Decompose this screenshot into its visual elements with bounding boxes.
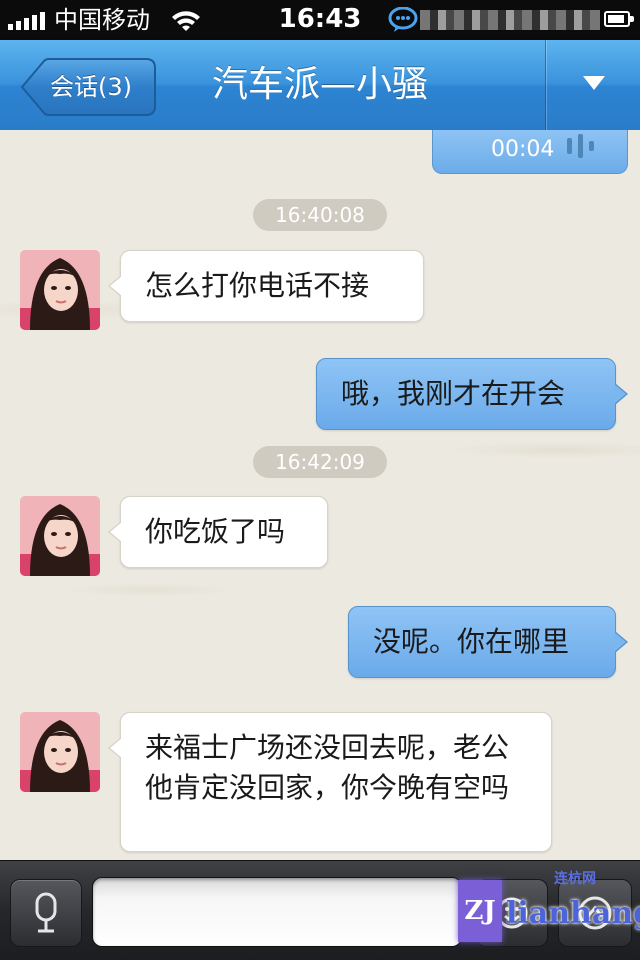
voice-wave-icon xyxy=(567,134,594,158)
message-text: 你吃饭了吗 xyxy=(145,515,286,548)
input-bar xyxy=(0,860,640,960)
microphone-icon xyxy=(35,892,57,933)
emoji-button[interactable] xyxy=(476,879,548,947)
timestamp: 16:42:09 xyxy=(0,446,640,478)
avatar[interactable] xyxy=(20,496,100,576)
chat-bubble-icon xyxy=(388,7,418,32)
timestamp: 16:40:08 xyxy=(0,199,640,231)
message-input[interactable] xyxy=(92,877,462,947)
avatar-image xyxy=(20,250,100,330)
message-text: 没呢。你在哪里 xyxy=(373,625,570,658)
outgoing-message-bubble[interactable]: 哦，我刚才在开会 xyxy=(316,358,628,430)
chat-title: 汽车派—小骚 xyxy=(211,64,428,105)
navigation-bar: 会话(3) 汽车派—小骚 xyxy=(0,40,640,131)
avatar[interactable] xyxy=(20,250,100,330)
back-button[interactable]: 会话(3) xyxy=(20,58,156,116)
more-options-button[interactable] xyxy=(558,879,632,947)
incoming-message-bubble[interactable]: 来福士广场还没回去呢，老公他肯定没回家，你今晚有空吗 xyxy=(108,712,552,852)
outgoing-message-bubble[interactable]: 没呢。你在哪里 xyxy=(348,606,628,678)
avatar-image xyxy=(20,712,100,792)
blurred-status-area xyxy=(420,10,600,30)
back-button-label: 会话(3) xyxy=(50,73,132,101)
voice-message-duration: 00:04 xyxy=(491,137,555,162)
avatar-image xyxy=(20,496,100,576)
avatar[interactable] xyxy=(20,712,100,792)
message-list[interactable]: 00:04 16:40:08 怎么打你电话不接 哦，我刚才在开会 16:42:0… xyxy=(0,130,640,860)
status-bar: 中国移动 16:43 xyxy=(0,0,640,40)
incoming-message-bubble[interactable]: 怎么打你电话不接 xyxy=(108,250,424,322)
chevron-down-icon xyxy=(583,76,605,90)
message-text: 怎么打你电话不接 xyxy=(145,269,370,302)
incoming-message-bubble[interactable]: 你吃饭了吗 xyxy=(108,496,328,568)
voice-message-bubble[interactable]: 00:04 xyxy=(432,130,628,174)
more-icon xyxy=(578,896,612,930)
timestamp-text: 16:42:09 xyxy=(253,446,387,478)
battery-icon xyxy=(604,11,634,27)
voice-input-toggle[interactable] xyxy=(10,879,82,947)
chat-options-dropdown[interactable] xyxy=(545,40,640,130)
emoji-icon xyxy=(496,897,528,929)
message-text: 来福士广场还没回去呢，老公他肯定没回家，你今晚有空吗 xyxy=(145,731,510,804)
message-text: 哦，我刚才在开会 xyxy=(341,377,566,410)
timestamp-text: 16:40:08 xyxy=(253,199,387,231)
